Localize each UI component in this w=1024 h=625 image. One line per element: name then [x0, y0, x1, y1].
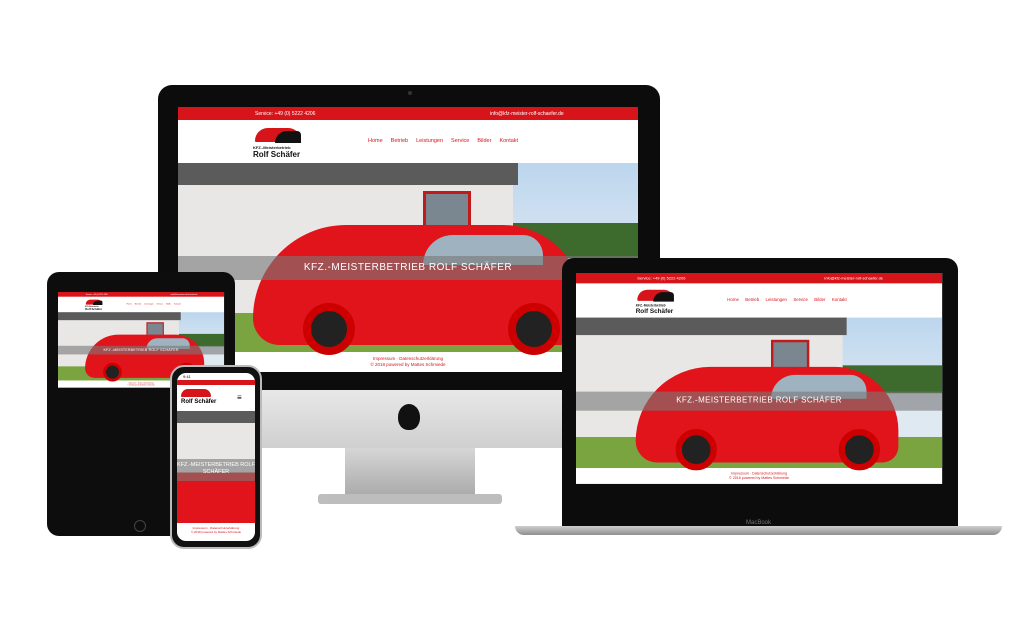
nav-leistungen[interactable]: Leistungen	[416, 138, 443, 144]
roof	[576, 317, 847, 336]
header: KFZ.-Meisterbetrieb Rolf Schäfer Home Be…	[576, 283, 942, 317]
logo-line2: Rolf Schäfer	[181, 399, 217, 405]
mobile-header: Rolf Schäfer ≡	[177, 385, 255, 411]
laptop-frame: Service: +49 (0) 5222 4206 info@kfz-meis…	[562, 258, 958, 528]
email-link[interactable]: info@kfz-meister-rolf-schaefer.de	[824, 276, 883, 281]
hero-image: KFZ.-MEISTERBETRIEB ROLF SCHÄFER	[576, 317, 943, 471]
logo-car-shadow	[653, 292, 674, 302]
laptop-screen: Service: +49 (0) 5222 4206 info@kfz-meis…	[576, 273, 943, 484]
nav-leistungen[interactable]: Leistungen	[766, 298, 787, 303]
hero-title: KFZ.-MEISTERBETRIEB ROLF SCHÄFER	[58, 345, 225, 355]
logo-line2: Rolf Schäfer	[635, 307, 674, 315]
car-wheel	[675, 429, 717, 471]
car-wheel	[103, 362, 122, 382]
nav-leistungen[interactable]: Leistungen	[144, 303, 154, 305]
header: KFZ.-Meisterbetrieb Rolf Schäfer Home Be…	[178, 120, 638, 163]
logo[interactable]: KFZ.-Meisterbetrieb Rolf Schäfer	[85, 299, 103, 311]
roof	[177, 411, 255, 423]
main-nav: Home Betrieb Leistungen Service Bilder K…	[727, 298, 846, 303]
nav-home[interactable]: Home	[727, 298, 739, 303]
service-phone[interactable]: Service: +49 (0) 5222 4206	[255, 111, 315, 117]
nav-betrieb[interactable]: Betrieb	[135, 303, 141, 305]
email-link[interactable]: info@kfz-meister-rolf-schaefer.de	[171, 293, 198, 295]
logo-car-shadow	[93, 300, 103, 305]
status-bar: 9:41	[183, 374, 191, 379]
laptop-base: MacBook	[515, 520, 1002, 535]
imac-stand-base	[318, 494, 502, 504]
nav-kontakt[interactable]: Kontakt	[174, 303, 181, 305]
logo-car-shadow	[275, 131, 301, 143]
phone-frame: 9:41 Rolf Schäfer ≡ KFZ.-MEISTERBETRIEB …	[170, 365, 262, 549]
phone-screen: 9:41 Rolf Schäfer ≡ KFZ.-MEISTERBETRIEB …	[177, 373, 255, 541]
hero-image: KFZ.-MEISTERBETRIEB ROLF SCHÄFER	[177, 411, 255, 523]
nav-betrieb[interactable]: Betrieb	[745, 298, 759, 303]
hero-title: KFZ.-MEISTERBETRIEB ROLF SCHÄFER	[177, 459, 255, 481]
logo-car-icon	[181, 389, 211, 397]
apple-logo-icon	[398, 404, 420, 430]
service-phone[interactable]: Service: +49 (0) 5222 4206	[637, 276, 685, 281]
main-nav: Home Betrieb Leistungen Service Bilder K…	[127, 303, 181, 305]
main-nav: Home Betrieb Leistungen Service Bilder K…	[368, 138, 518, 144]
footer-copyright: © 2018 powered by Mattes Schmiede	[190, 530, 242, 534]
logo-line2: Rolf Schäfer	[85, 307, 103, 311]
hamburger-icon[interactable]: ≡	[237, 393, 242, 402]
car-wheel	[508, 303, 560, 355]
email-link[interactable]: info@kfz-meister-rolf-schaefer.de	[490, 111, 564, 117]
nav-bilder[interactable]: Bilder	[477, 138, 491, 144]
roof	[178, 163, 518, 185]
car-wheel	[838, 429, 881, 471]
footer: Impressum · Datenschutzerklärung © 2018 …	[576, 468, 942, 484]
nav-bilder[interactable]: Bilder	[166, 303, 171, 305]
nav-kontakt[interactable]: Kontakt	[499, 138, 518, 144]
nav-bilder[interactable]: Bilder	[814, 298, 825, 303]
service-phone[interactable]: Service: +49 (0) 5222 4206	[86, 293, 108, 295]
logo-line2: Rolf Schäfer	[253, 150, 301, 159]
nav-home[interactable]: Home	[127, 303, 132, 305]
top-bar: Service: +49 (0) 5222 4206 info@kfz-meis…	[178, 107, 638, 120]
nav-service[interactable]: Service	[157, 303, 164, 305]
top-bar: Service: +49 (0) 5222 4206 info@kfz-meis…	[576, 273, 943, 284]
imac-stand	[345, 448, 475, 496]
nav-home[interactable]: Home	[368, 138, 383, 144]
logo[interactable]: KFZ.-Meisterbetrieb Rolf Schäfer	[636, 288, 676, 314]
hero-title: KFZ.-MEISTERBETRIEB ROLF SCHÄFER	[576, 391, 943, 411]
footer: Impressum · Datenschutzerklärung © 2018 …	[177, 523, 255, 534]
nav-service[interactable]: Service	[451, 138, 469, 144]
home-button[interactable]	[134, 520, 146, 532]
logo[interactable]: KFZ.-Meisterbetrieb Rolf Schäfer	[253, 126, 303, 159]
laptop-label: MacBook	[745, 520, 771, 526]
header: KFZ.-Meisterbetrieb Rolf Schäfer Home Be…	[58, 297, 224, 313]
camera-icon	[408, 91, 412, 95]
nav-betrieb[interactable]: Betrieb	[391, 138, 408, 144]
roof	[58, 312, 181, 321]
nav-service[interactable]: Service	[793, 298, 808, 303]
footer-copyright: © 2018 powered by Mattes Schmiede	[729, 475, 789, 480]
car-wheel	[303, 303, 355, 355]
nav-kontakt[interactable]: Kontakt	[832, 298, 847, 303]
